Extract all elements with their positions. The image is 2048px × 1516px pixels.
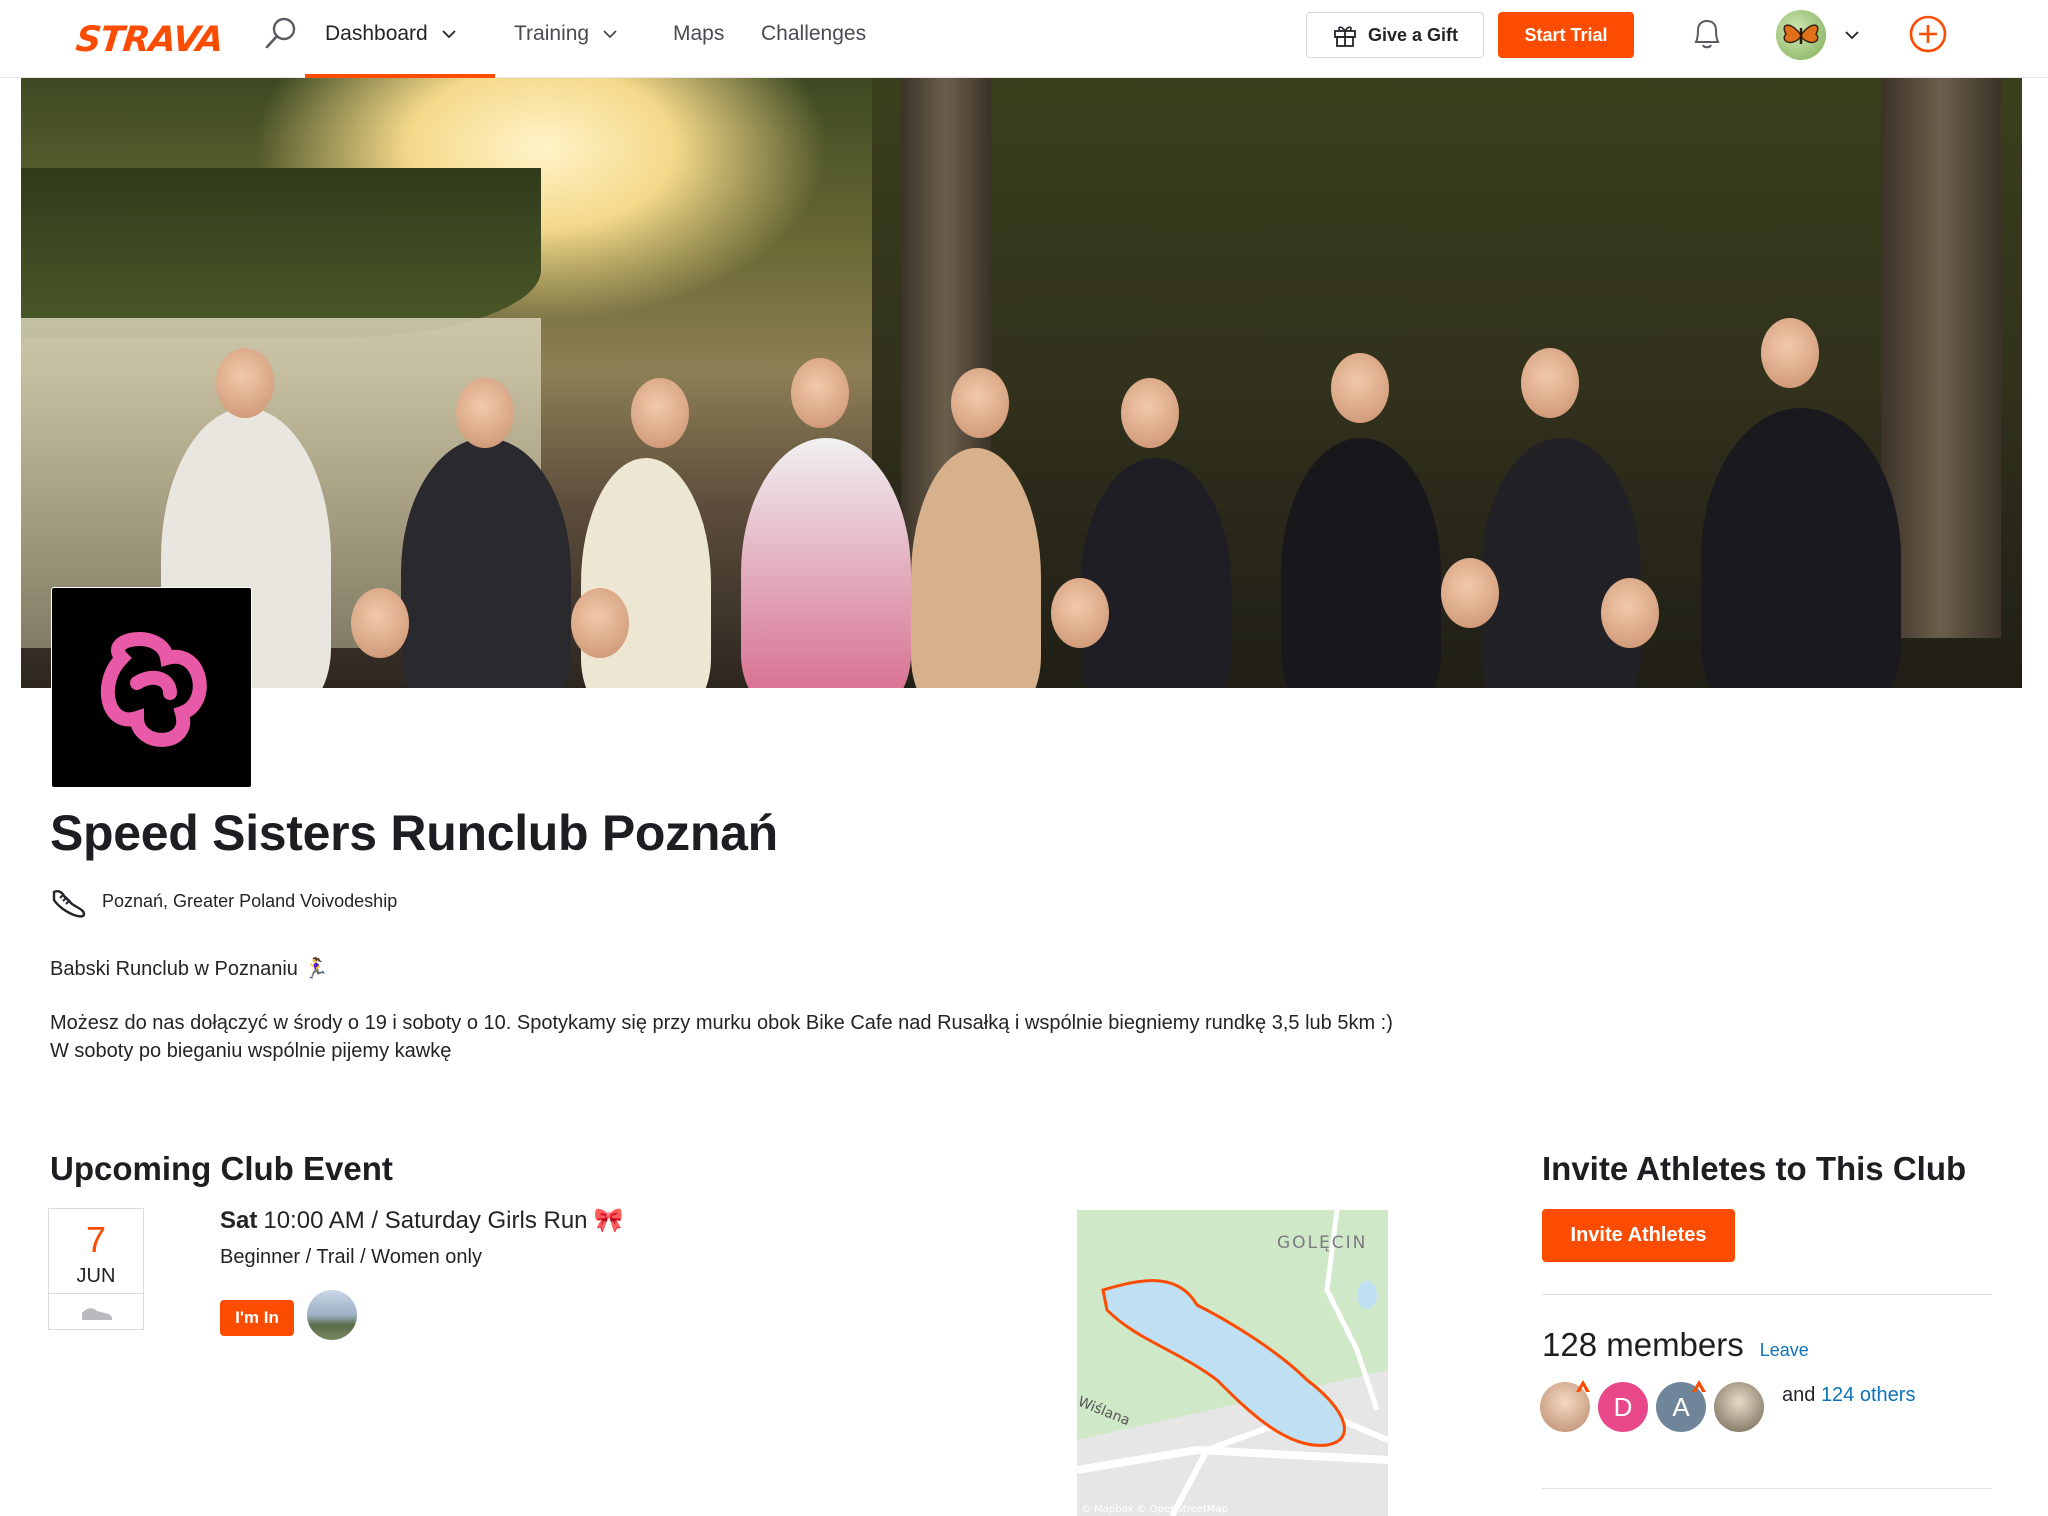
give-a-gift-label: Give a Gift xyxy=(1367,24,1459,45)
cover-person-head xyxy=(1521,348,1579,418)
club-description: Babski Runclub w Poznaniu 🏃‍♀️ Możesz do… xyxy=(50,955,1430,1065)
leave-club-link[interactable]: Leave xyxy=(1760,1340,1809,1361)
cover-person-head xyxy=(1441,558,1499,628)
running-shoe-icon xyxy=(82,1308,112,1320)
cover-person-head xyxy=(1601,578,1659,648)
cover-person xyxy=(401,438,571,688)
cover-person xyxy=(1701,408,1901,688)
cover-person-head xyxy=(951,368,1009,438)
subscriber-badge-icon xyxy=(1576,1380,1590,1392)
strava-logo[interactable]: STRAVA xyxy=(74,20,225,60)
nav-challenges[interactable]: Challenges xyxy=(761,22,866,46)
plus-circle-icon[interactable] xyxy=(1908,14,1948,54)
club-name: Speed Sisters Runclub Poznań xyxy=(50,805,778,861)
running-shoe-icon xyxy=(52,890,86,918)
nav-maps[interactable]: Maps xyxy=(673,22,724,46)
bell-icon[interactable] xyxy=(1690,16,1724,52)
attendee-avatar[interactable] xyxy=(307,1290,357,1340)
give-a-gift-button[interactable]: Give a Gift xyxy=(1306,12,1484,58)
event-date-day: 7 xyxy=(85,1219,107,1260)
cover-person-head xyxy=(791,358,849,428)
club-location: Poznań, Greater Poland Voivodeship xyxy=(102,890,398,911)
gift-icon xyxy=(1334,26,1356,47)
rsvp-im-in-button[interactable]: I'm In xyxy=(220,1300,294,1336)
club-description-line: Babski Runclub w Poznaniu 🏃‍♀️ xyxy=(50,958,329,980)
divider xyxy=(1542,1488,1992,1489)
butterfly-icon xyxy=(1783,24,1819,44)
chevron-down-icon xyxy=(442,30,456,39)
and-label: and xyxy=(1782,1384,1816,1406)
club-logo-mark xyxy=(100,632,207,747)
club-cover-photo xyxy=(21,78,2022,688)
members-count: 128 members xyxy=(1542,1326,1744,1363)
nav-dashboard[interactable]: Dashboard xyxy=(325,22,456,46)
map-area-label: GOLĘCIN xyxy=(1277,1233,1367,1253)
event-date-badge[interactable]: 7 JUN xyxy=(48,1208,144,1330)
cover-person-head xyxy=(216,348,274,418)
chevron-down-icon[interactable] xyxy=(1844,28,1860,42)
event-date-month: JUN xyxy=(76,1265,116,1287)
member-avatar-initial: A xyxy=(1672,1391,1690,1422)
cover-person-head xyxy=(571,588,629,658)
search-icon[interactable] xyxy=(262,14,300,52)
nav-training-label: Training xyxy=(514,22,590,45)
club-description-line: Możesz do nas dołączyć w środy o 19 i so… xyxy=(50,1012,1393,1034)
member-avatar[interactable] xyxy=(1714,1382,1764,1432)
cover-person-head xyxy=(351,588,409,658)
invite-athletes-button[interactable]: Invite Athletes xyxy=(1542,1209,1735,1262)
user-avatar[interactable] xyxy=(1776,10,1826,60)
and-others-text: and 124 others xyxy=(1782,1384,1915,1407)
invite-athletes-heading: Invite Athletes to This Club xyxy=(1542,1150,1967,1187)
event-time-title: 10:00 AM / Saturday Girls Run xyxy=(263,1206,588,1234)
member-avatar[interactable]: D xyxy=(1598,1382,1648,1432)
cover-person-head xyxy=(1761,318,1819,388)
upcoming-event-heading: Upcoming Club Event xyxy=(50,1150,393,1187)
event-weekday: Sat xyxy=(220,1206,258,1234)
member-avatar[interactable] xyxy=(1540,1380,1590,1432)
start-trial-button[interactable]: Start Trial xyxy=(1498,12,1634,58)
event-title-link[interactable]: Sat 10:00 AM / Saturday Girls Run 🎀 xyxy=(220,1206,623,1235)
cover-person-head xyxy=(456,378,514,448)
cover-person-head xyxy=(1331,353,1389,423)
others-members-link[interactable]: 124 others xyxy=(1821,1384,1916,1406)
cover-person-head xyxy=(1121,378,1179,448)
cover-treeline xyxy=(21,168,541,338)
member-avatars: D A xyxy=(1540,1380,1764,1432)
event-subtitle: Beginner / Trail / Women only xyxy=(220,1246,482,1268)
cover-person-head xyxy=(1051,578,1109,648)
subscriber-badge-icon xyxy=(1692,1380,1706,1392)
members-count-row: 128 members Leave xyxy=(1542,1326,1809,1364)
top-navigation: STRAVA Dashboard Training Maps Challenge… xyxy=(0,0,2048,78)
nav-dashboard-label: Dashboard xyxy=(325,22,428,45)
event-route-map[interactable]: GOLĘCIN Wiślana © Mapbox © OpenStreetMap xyxy=(1077,1210,1388,1516)
nav-training[interactable]: Training xyxy=(514,22,617,46)
route-map-svg: GOLĘCIN Wiślana © Mapbox © OpenStreetMap xyxy=(1077,1210,1388,1516)
member-avatar[interactable]: A xyxy=(1656,1380,1706,1432)
chevron-down-icon xyxy=(603,30,617,39)
divider xyxy=(49,1293,143,1294)
cover-person-head xyxy=(631,378,689,448)
member-avatar-initial: D xyxy=(1613,1391,1633,1422)
club-description-line: W soboty po bieganiu wspólnie pijemy kaw… xyxy=(50,1040,452,1062)
map-attribution: © Mapbox © OpenStreetMap xyxy=(1081,1504,1228,1515)
club-logo xyxy=(52,588,251,787)
ribbon-icon: 🎀 xyxy=(593,1207,624,1234)
club-location-row: Poznań, Greater Poland Voivodeship xyxy=(50,882,397,920)
divider xyxy=(1542,1294,1992,1295)
